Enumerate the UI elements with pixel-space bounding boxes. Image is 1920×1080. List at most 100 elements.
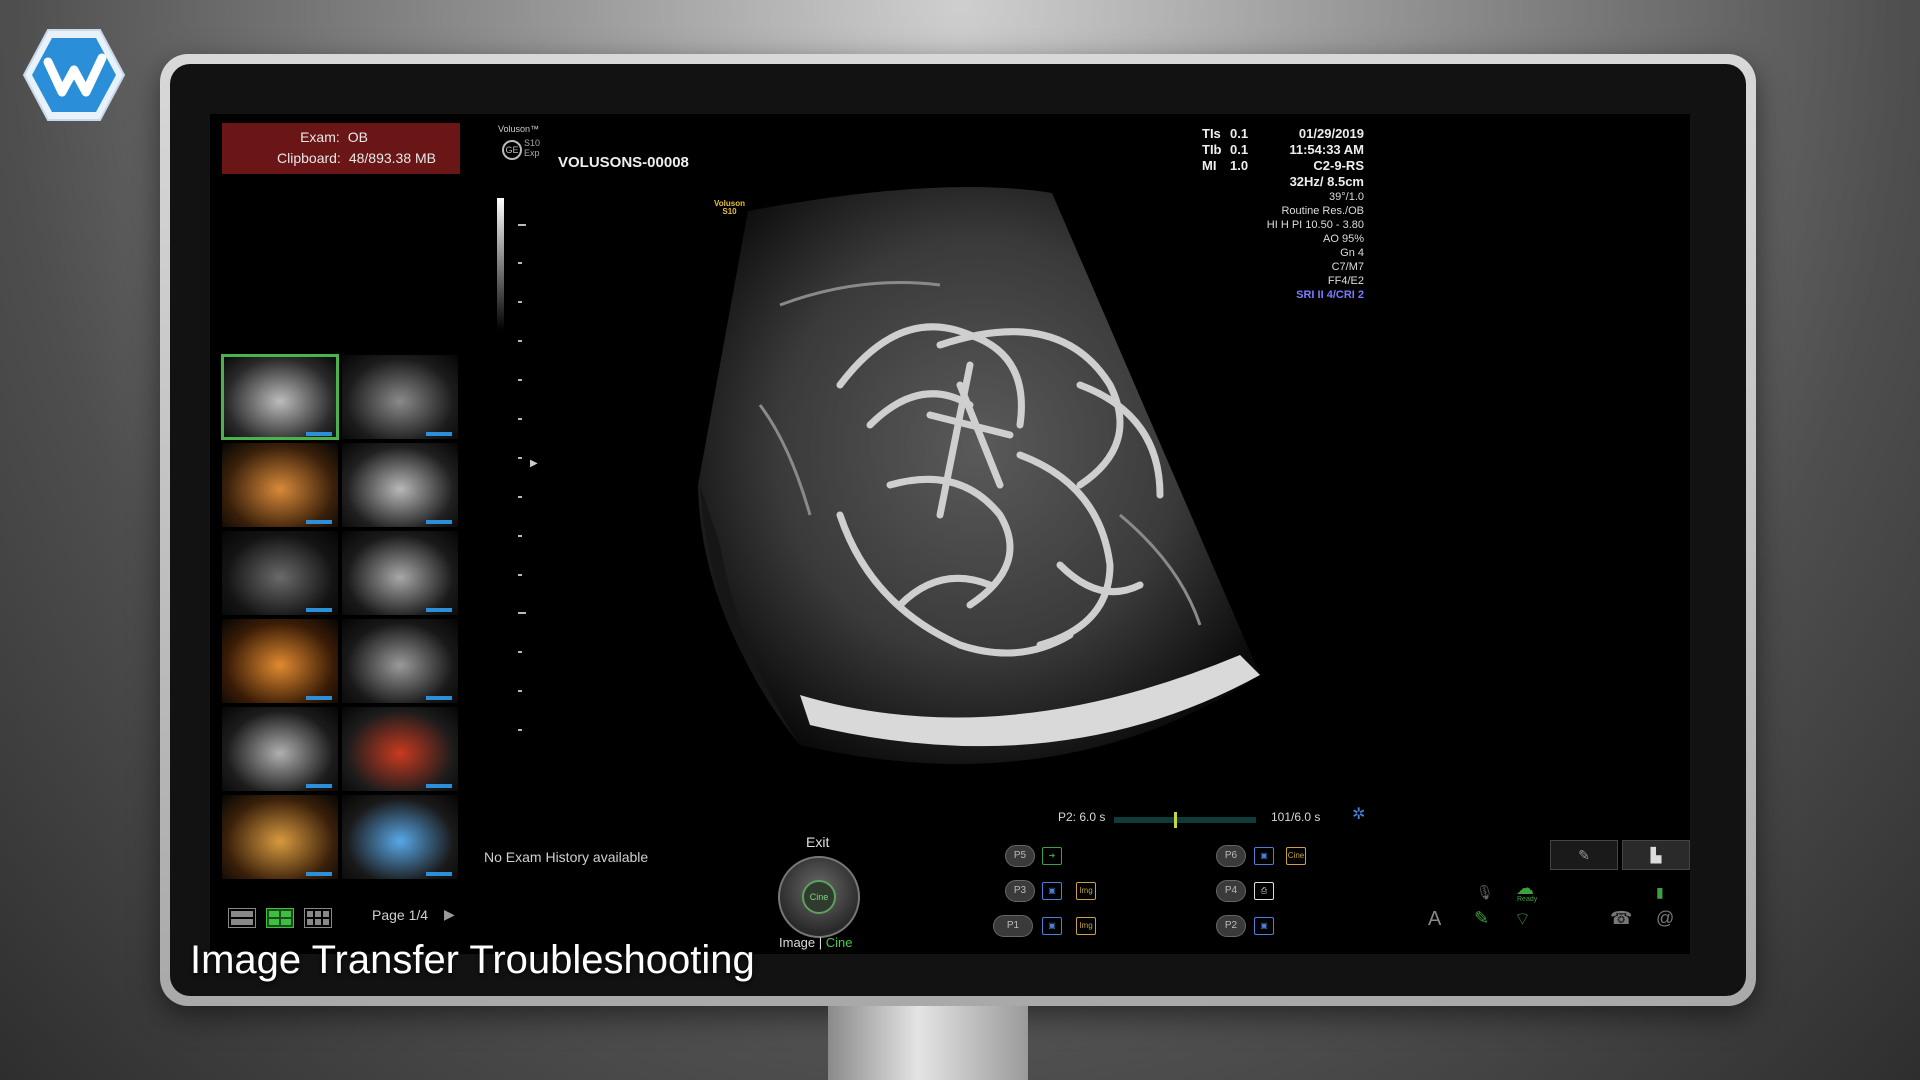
setting-line: HI H PI 10.50 - 3.80: [1266, 219, 1364, 231]
voluson-badge: Voluson S10: [714, 200, 745, 216]
cine-frame-count: 101/6.0 s: [1271, 810, 1321, 824]
scan-settings: 39°/1.0 Routine Res./OB HI H PI 10.50 - …: [1267, 190, 1364, 302]
gear-icon[interactable]: ✲: [1352, 804, 1365, 824]
arrow-right-icon[interactable]: ➜: [1042, 847, 1062, 865]
thumbnail-status-bar: [426, 872, 452, 876]
cloud-status-label: Ready: [1517, 896, 1538, 903]
thumbnail-status-bar: [426, 608, 452, 612]
img-tag-icon[interactable]: Img: [1076, 917, 1096, 935]
thumbnail-status-bar: [306, 872, 332, 876]
setting-line: Gn 4: [1340, 247, 1364, 259]
pencil-icon[interactable]: ✎: [1474, 908, 1489, 929]
scan-date: 01/29/2019: [1298, 126, 1364, 141]
measure-chart-icon[interactable]: ▙: [1622, 840, 1690, 870]
thumbnail-status-bar: [306, 432, 332, 436]
clipboard-thumbnail[interactable]: [342, 795, 458, 879]
knob-caption-cine: Cine: [825, 935, 853, 950]
layout-single-icon[interactable]: [228, 908, 256, 928]
clipboard-thumbnail[interactable]: [222, 619, 338, 703]
clipboard-value: 48/893.38 MB: [348, 150, 436, 166]
knob-center[interactable]: Cine: [802, 880, 836, 914]
page-next-button[interactable]: ▶: [444, 906, 455, 923]
cine-loop-label: P2: 6.0 s: [1058, 810, 1106, 824]
cine-position-marker[interactable]: [1173, 812, 1177, 828]
clipboard-thumbnail[interactable]: [222, 707, 338, 791]
frame-depth: 32Hz/ 8.5cm: [1289, 174, 1364, 189]
printer-icon[interactable]: ⎙: [1254, 882, 1274, 900]
mi-label: MI: [1202, 158, 1217, 173]
p2-button[interactable]: P2: [1216, 915, 1246, 937]
tib-value: 0.1: [1230, 142, 1249, 157]
setting-line: 39°/1.0: [1329, 191, 1364, 203]
knob-caption: Image | Cine: [779, 935, 853, 950]
patient-id: VOLUSONS-00008: [558, 154, 689, 171]
thumbnail-status-bar: [426, 520, 452, 524]
clipboard-thumbnail[interactable]: [221, 354, 339, 440]
scan-params: 01/29/2019 11:54:33 AM C2-9-RS 32Hz/ 8.5…: [1289, 126, 1364, 190]
grayscale-bar: [497, 198, 504, 330]
thumbnail-status-bar: [306, 696, 332, 700]
page-indicator: Page 1/4: [372, 907, 429, 923]
clipboard-thumbnail[interactable]: [342, 707, 458, 791]
save-image-icon[interactable]: ▣: [1042, 882, 1062, 900]
tib-label: TIb: [1202, 142, 1222, 157]
setting-line: Routine Res./OB: [1281, 205, 1364, 217]
save-cine-icon[interactable]: ▣: [1254, 847, 1274, 865]
exam-value: OB: [347, 129, 368, 145]
microphone-icon: 🎙: [1476, 884, 1494, 900]
exam-info-box: Exam: OB Clipboard: 48/893.38 MB: [222, 123, 460, 174]
clipboard-thumbnail[interactable]: [342, 355, 458, 439]
p1-button[interactable]: P1: [993, 915, 1033, 937]
setting-line: FF4/E2: [1327, 275, 1364, 287]
thumbnail-status-bar: [306, 520, 332, 524]
sri-setting: SRI II 4/CRI 2: [1296, 289, 1364, 301]
voluson-badge-line2: S10: [722, 207, 737, 216]
cine-tag-icon[interactable]: Cine: [1286, 847, 1306, 865]
p3-button[interactable]: P3: [1005, 880, 1035, 902]
p4-button[interactable]: P4: [1216, 880, 1246, 902]
thumbnail-status-bar: [306, 784, 332, 788]
exam-history-status: No Exam History available: [484, 849, 649, 865]
layout-grid-3x3-icon[interactable]: [304, 908, 332, 928]
clipboard-thumbnail[interactable]: [342, 443, 458, 527]
video-caption: Image Transfer Troubleshooting: [190, 938, 755, 982]
scan-time: 11:54:33 AM: [1289, 142, 1364, 157]
phone-icon: ☎: [1610, 908, 1633, 928]
battery-icon: ▮: [1656, 884, 1664, 900]
exam-label: Exam:: [300, 129, 340, 145]
brand-logo: [22, 29, 126, 121]
cine-scrollbar[interactable]: [1114, 812, 1256, 828]
save-cine-icon[interactable]: ▣: [1254, 917, 1274, 935]
knob-caption-sep: |: [815, 935, 826, 950]
probe-name: C2-9-RS: [1313, 158, 1364, 173]
clipboard-thumbnail[interactable]: [222, 443, 338, 527]
image-cine-knob[interactable]: Cine: [778, 856, 860, 938]
img-tag-icon[interactable]: Img: [1076, 882, 1096, 900]
annotation-a-icon[interactable]: A: [1428, 908, 1441, 931]
clipboard-thumbnail[interactable]: [342, 619, 458, 703]
wifi-icon: ⌔: [1514, 909, 1531, 929]
thumbnail-status-bar: [426, 432, 452, 436]
ge-logo-icon: GE: [502, 140, 522, 160]
report-tool-icon[interactable]: ✎: [1550, 840, 1618, 870]
depth-scale: [518, 224, 526, 744]
mi-value: 1.0: [1230, 158, 1249, 173]
save-image-icon[interactable]: ▣: [1042, 917, 1062, 935]
p5-button[interactable]: P5: [1005, 845, 1035, 867]
thumbnail-status-bar: [426, 696, 452, 700]
at-sign-icon: @: [1656, 908, 1675, 928]
layout-grid-2x3-icon[interactable]: [266, 908, 294, 928]
thumbnail-status-bar: [426, 784, 452, 788]
clipboard-thumbnail[interactable]: [342, 531, 458, 615]
ultrasound-image: [698, 187, 1260, 764]
device-model: S10 Exp: [524, 138, 540, 158]
setting-line: C7/M7: [1331, 261, 1364, 273]
device-brand: Voluson™: [498, 124, 539, 134]
setting-line: AO 95%: [1323, 233, 1364, 245]
focus-marker-icon: ▶: [530, 458, 538, 469]
thermal-indices: TIs 0.1 TIb 0.1 MI 1.0: [1202, 126, 1248, 174]
p6-button[interactable]: P6: [1216, 845, 1246, 867]
clipboard-thumbnail[interactable]: [222, 795, 338, 879]
clipboard-thumbnail[interactable]: [222, 531, 338, 615]
tis-label: TIs: [1202, 126, 1221, 141]
